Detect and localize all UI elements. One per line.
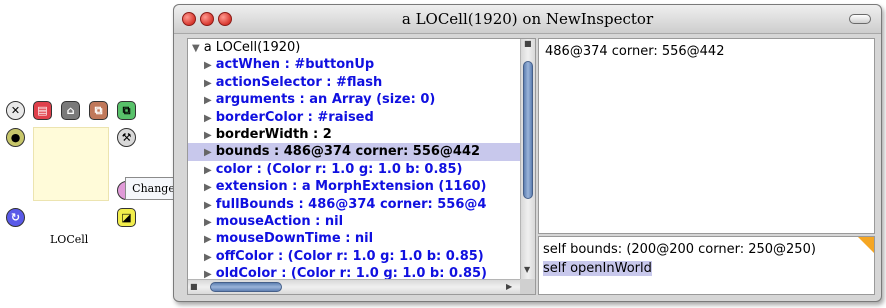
eval-line-selected: self openInWorld bbox=[543, 259, 870, 278]
collapsed-triangle-icon[interactable]: ▶ bbox=[204, 113, 212, 124]
field-label: mouseAction : nil bbox=[215, 213, 344, 229]
value-text: 486@374 corner: 556@442 bbox=[545, 44, 725, 59]
expanded-triangle-icon[interactable]: ▼ bbox=[192, 43, 200, 54]
collapse-handle-icon[interactable]: ⧉ bbox=[89, 101, 108, 120]
eval-line-text: self bounds: (200@200 corner: 250@250) bbox=[543, 242, 816, 257]
field-label: extension : a MorphExtension (1160) bbox=[215, 179, 487, 195]
field-label: actWhen : #buttonUp bbox=[215, 57, 375, 73]
field-label: offColor : (Color r: 1.0 g: 1.0 b: 0.85) bbox=[215, 248, 484, 264]
field-label: fullBounds : 486@374 corner: 556@4 bbox=[215, 196, 487, 212]
field-row[interactable]: ▶ color : (Color r: 1.0 g: 1.0 b: 0.85) bbox=[188, 161, 521, 178]
scroll-right-icon[interactable]: ▶ bbox=[506, 282, 512, 291]
field-row[interactable]: ▶ bounds : 486@374 corner: 556@442 bbox=[188, 143, 521, 161]
menu-handle-icon[interactable]: ▤ bbox=[33, 101, 52, 120]
title-bar[interactable]: a LOCell(1920) on NewInspector bbox=[174, 5, 881, 34]
evaluation-pane[interactable]: self bounds: (200@200 corner: 250@250) s… bbox=[538, 236, 875, 295]
collapsed-triangle-icon[interactable]: ▶ bbox=[204, 60, 212, 71]
field-row[interactable]: ▶ borderColor : #raised bbox=[188, 109, 521, 126]
scroll-corner bbox=[520, 279, 535, 294]
field-row[interactable]: ▶ fullBounds : 486@374 corner: 556@4 bbox=[188, 196, 521, 213]
field-label: arguments : an Array (size: 0) bbox=[215, 92, 436, 108]
eval-line-text: self openInWorld bbox=[543, 261, 652, 276]
close-handle-icon[interactable]: ✕ bbox=[6, 101, 25, 120]
collapsed-triangle-icon[interactable]: ▶ bbox=[204, 95, 212, 106]
value-pane[interactable]: 486@374 corner: 556@442 bbox=[538, 38, 875, 234]
morph-label: LOCell bbox=[50, 233, 89, 246]
field-row[interactable]: ▶ borderWidth : 2 bbox=[188, 126, 521, 143]
horizontal-scrollbar[interactable]: ■ ▶ bbox=[188, 279, 521, 294]
field-list[interactable]: ▼ a LOCell(1920) ▶ actWhen : #buttonUp ▶ act… bbox=[187, 38, 536, 295]
field-row[interactable]: ▶ mouseAction : nil bbox=[188, 213, 521, 230]
eval-line: self bounds: (200@200 corner: 250@250) bbox=[543, 240, 870, 259]
collapsed-triangle-icon[interactable]: ▶ bbox=[204, 78, 212, 89]
scroll-up-icon[interactable]: ■ bbox=[524, 39, 532, 48]
collapsed-triangle-icon[interactable]: ▶ bbox=[204, 200, 212, 211]
window-collapse-button[interactable] bbox=[849, 14, 871, 24]
inspector-window: a LOCell(1920) on NewInspector ▼ a LOCell… bbox=[173, 4, 882, 302]
field-label: borderWidth : 2 bbox=[215, 126, 332, 142]
scroll-left-icon[interactable]: ■ bbox=[190, 282, 198, 291]
vertical-scroll-thumb[interactable] bbox=[523, 61, 533, 199]
lo-cell-morph[interactable] bbox=[33, 127, 109, 201]
field-row[interactable]: ▶ actWhen : #buttonUp bbox=[188, 56, 521, 73]
field-list-items: ▼ a LOCell(1920) ▶ actWhen : #buttonUp ▶ act… bbox=[188, 39, 521, 282]
field-row[interactable]: ▶ offColor : (Color r: 1.0 g: 1.0 b: 0.85… bbox=[188, 248, 521, 265]
field-label: mouseDownTime : nil bbox=[215, 231, 374, 247]
field-label: borderColor : #raised bbox=[215, 109, 374, 125]
field-label: color : (Color r: 1.0 g: 1.0 b: 0.85) bbox=[215, 161, 463, 177]
root-node-label: a LOCell(1920) bbox=[203, 40, 301, 55]
field-row[interactable]: ▶ actionSelector : #flash bbox=[188, 74, 521, 91]
duplicate-handle-icon[interactable]: ⧉ bbox=[117, 101, 136, 120]
field-row[interactable]: ▶ arguments : an Array (size: 0) bbox=[188, 91, 521, 108]
debug-handle-icon[interactable]: ● bbox=[6, 128, 25, 147]
tool-handle-icon[interactable]: ⚒ bbox=[117, 128, 136, 147]
collapsed-triangle-icon[interactable]: ▶ bbox=[204, 234, 212, 245]
window-title: a LOCell(1920) on NewInspector bbox=[401, 10, 654, 28]
collapsed-triangle-icon[interactable]: ▶ bbox=[204, 252, 212, 263]
collapsed-triangle-icon[interactable]: ▶ bbox=[204, 165, 212, 176]
root-node[interactable]: ▼ a LOCell(1920) bbox=[188, 39, 521, 56]
pick-up-handle-icon[interactable]: ⌂ bbox=[61, 101, 80, 120]
pane-corner-flag-icon bbox=[858, 237, 874, 253]
vertical-scrollbar[interactable]: ■ ▼ bbox=[520, 39, 535, 280]
collapsed-triangle-icon[interactable]: ▶ bbox=[204, 147, 212, 158]
collapsed-triangle-icon[interactable]: ▶ bbox=[204, 182, 212, 193]
field-row[interactable]: ▶ mouseDownTime : nil bbox=[188, 230, 521, 247]
field-label: actionSelector : #flash bbox=[215, 74, 383, 90]
horizontal-scroll-thumb[interactable] bbox=[210, 282, 282, 292]
resize-handle-icon[interactable]: ◪ bbox=[117, 208, 136, 227]
collapsed-triangle-icon[interactable]: ▶ bbox=[204, 217, 212, 228]
field-row[interactable]: ▶ extension : a MorphExtension (1160) bbox=[188, 178, 521, 195]
field-label: bounds : 486@374 corner: 556@442 bbox=[215, 144, 481, 160]
scroll-down-icon[interactable]: ▼ bbox=[524, 265, 530, 274]
collapsed-triangle-icon[interactable]: ▶ bbox=[204, 130, 212, 141]
rotate-handle-icon[interactable]: ↻ bbox=[6, 208, 25, 227]
